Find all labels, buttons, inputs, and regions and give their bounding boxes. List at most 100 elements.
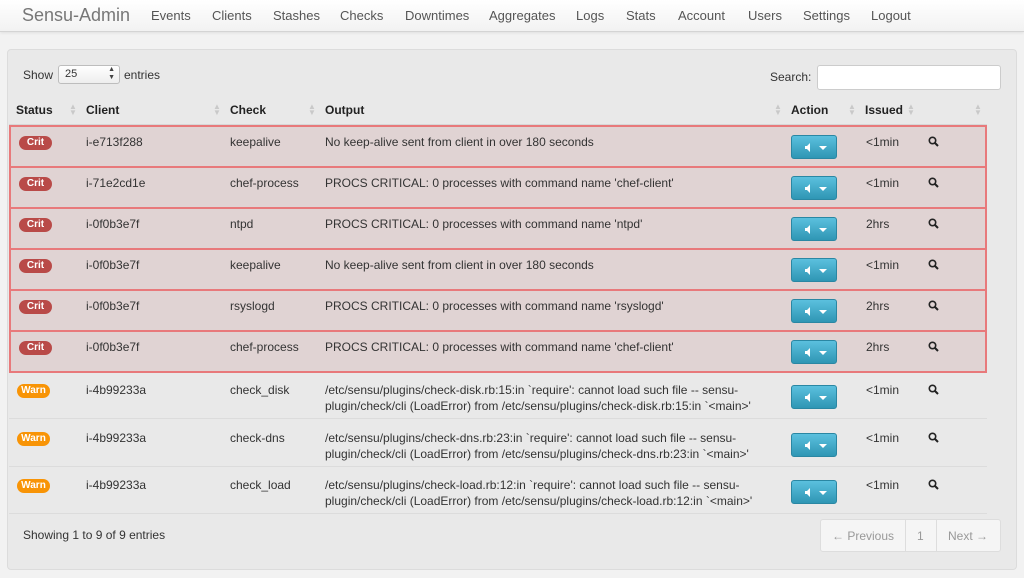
status-badge: Warn bbox=[17, 384, 50, 398]
caret-down-icon bbox=[819, 396, 827, 400]
caret-down-icon bbox=[819, 491, 827, 495]
client-cell[interactable]: i-e713f288 bbox=[86, 135, 143, 149]
next-page-button[interactable]: Next → bbox=[948, 529, 988, 543]
output-cell: /etc/sensu/plugins/check-disk.rb:15:in `… bbox=[325, 383, 751, 413]
nav-stashes[interactable]: Stashes bbox=[273, 8, 320, 23]
speaker-icon bbox=[805, 225, 810, 234]
issued-cell: 2hrs bbox=[866, 217, 890, 231]
sort-icon: ▲ ▼ bbox=[308, 102, 316, 117]
client-cell[interactable]: i-0f0b3e7f bbox=[86, 299, 139, 313]
nav-checks[interactable]: Checks bbox=[340, 8, 383, 23]
col-client[interactable]: Client bbox=[86, 103, 119, 117]
nav-logs[interactable]: Logs bbox=[576, 8, 604, 23]
action-dropdown-button[interactable] bbox=[791, 258, 837, 282]
caret-down-icon bbox=[819, 187, 827, 191]
magnifier-icon[interactable] bbox=[928, 432, 939, 443]
nav-stats[interactable]: Stats bbox=[626, 8, 656, 23]
action-dropdown-button[interactable] bbox=[791, 385, 837, 409]
nav-account[interactable]: Account bbox=[678, 8, 725, 23]
status-badge: Crit bbox=[19, 218, 52, 232]
col-issued[interactable]: Issued bbox=[865, 103, 903, 117]
page-length-select[interactable]: 25 ▲ ▼ bbox=[58, 65, 120, 84]
table-row[interactable]: Warn i-4b99233a check-dns/etc/sensu/plugin… bbox=[9, 419, 987, 467]
check-cell[interactable]: check_disk bbox=[230, 383, 289, 397]
status-badge: Warn bbox=[17, 479, 50, 493]
table-row[interactable]: Crit i-71e2cd1e chef-process PROCS CRITICAL… bbox=[9, 166, 987, 209]
magnifier-icon[interactable] bbox=[928, 218, 939, 229]
speaker-icon bbox=[805, 348, 810, 357]
sort-icon: ▲ ▼ bbox=[213, 102, 221, 117]
col-check[interactable]: Check bbox=[230, 103, 266, 117]
caret-down-icon bbox=[819, 228, 827, 232]
action-dropdown-button[interactable] bbox=[791, 433, 837, 457]
nav-aggregates[interactable]: Aggregates bbox=[489, 8, 556, 23]
col-output[interactable]: Output bbox=[325, 103, 364, 117]
brand-logo[interactable]: Sensu-Admin bbox=[22, 5, 130, 26]
caret-down-icon bbox=[819, 444, 827, 448]
page-1-button[interactable]: 1 bbox=[917, 529, 924, 543]
table-row[interactable]: Crit i-0f0b3e7f rsyslogd PROCS CRITICAL: 0 … bbox=[9, 289, 987, 332]
caret-down-icon bbox=[819, 351, 827, 355]
table-row[interactable]: Crit i-0f0b3e7f chef-process PROCS CRITICAL… bbox=[9, 330, 987, 373]
output-cell: No keep-alive sent from client in over 1… bbox=[325, 258, 594, 272]
top-navbar: Sensu-Admin Events Clients Stashes Check… bbox=[0, 0, 1024, 32]
check-cell[interactable]: ntpd bbox=[230, 217, 253, 231]
speaker-icon bbox=[805, 266, 810, 275]
status-badge: Crit bbox=[19, 136, 52, 150]
check-cell[interactable]: rsyslogd bbox=[230, 299, 275, 313]
issued-cell: <1min bbox=[866, 176, 900, 190]
magnifier-icon[interactable] bbox=[928, 384, 939, 395]
action-dropdown-button[interactable] bbox=[791, 176, 837, 200]
check-cell[interactable]: keepalive bbox=[230, 135, 281, 149]
check-cell[interactable]: chef-process bbox=[230, 340, 299, 354]
client-cell[interactable]: i-71e2cd1e bbox=[86, 176, 145, 190]
output-cell: No keep-alive sent from client in over 1… bbox=[325, 135, 594, 149]
nav-events[interactable]: Events bbox=[151, 8, 191, 23]
table-row[interactable]: Warn i-4b99233a check_disk/etc/sensu/plugi… bbox=[9, 371, 987, 419]
events-panel: Show 25 ▲ ▼ entries Search: Status ▲ ▼ Cli… bbox=[7, 49, 1017, 570]
action-dropdown-button[interactable] bbox=[791, 480, 837, 504]
issued-cell: <1min bbox=[866, 478, 900, 492]
magnifier-icon[interactable] bbox=[928, 300, 939, 311]
prev-page-button[interactable]: ← Previous bbox=[832, 529, 894, 543]
table-row[interactable]: Crit i-0f0b3e7f ntpd PROCS CRITICAL: 0 proc… bbox=[9, 207, 987, 250]
magnifier-icon[interactable] bbox=[928, 136, 939, 147]
client-cell[interactable]: i-0f0b3e7f bbox=[86, 340, 139, 354]
action-dropdown-button[interactable] bbox=[791, 135, 837, 159]
client-cell[interactable]: i-0f0b3e7f bbox=[86, 217, 139, 231]
col-action[interactable]: Action bbox=[791, 103, 828, 117]
status-badge: Warn bbox=[17, 432, 50, 446]
nav-users[interactable]: Users bbox=[748, 8, 782, 23]
magnifier-icon[interactable] bbox=[928, 177, 939, 188]
issued-cell: <1min bbox=[866, 258, 900, 272]
speaker-icon bbox=[805, 184, 810, 193]
check-cell[interactable]: chef-process bbox=[230, 176, 299, 190]
page-length-value: 25 bbox=[65, 68, 78, 80]
nav-downtimes[interactable]: Downtimes bbox=[405, 8, 469, 23]
magnifier-icon[interactable] bbox=[928, 259, 939, 270]
magnifier-icon[interactable] bbox=[928, 479, 939, 490]
check-cell[interactable]: check_load bbox=[230, 478, 291, 492]
client-cell[interactable]: i-4b99233a bbox=[86, 431, 146, 445]
client-cell[interactable]: i-4b99233a bbox=[86, 478, 146, 492]
nav-logout[interactable]: Logout bbox=[871, 8, 911, 23]
output-cell: /etc/sensu/plugins/check-dns.rb:23:in `r… bbox=[325, 431, 749, 461]
sort-icon: ▲ ▼ bbox=[69, 102, 77, 117]
client-cell[interactable]: i-4b99233a bbox=[86, 383, 146, 397]
check-cell[interactable]: keepalive bbox=[230, 258, 281, 272]
search-input[interactable] bbox=[817, 65, 1001, 90]
action-dropdown-button[interactable] bbox=[791, 217, 837, 241]
nav-clients[interactable]: Clients bbox=[212, 8, 252, 23]
sort-icon: ▲ ▼ bbox=[774, 102, 782, 117]
speaker-icon bbox=[805, 441, 810, 450]
action-dropdown-button[interactable] bbox=[791, 299, 837, 323]
col-status[interactable]: Status bbox=[16, 103, 53, 117]
client-cell[interactable]: i-0f0b3e7f bbox=[86, 258, 139, 272]
table-row[interactable]: Crit i-0f0b3e7f keepalive No keep-alive sen… bbox=[9, 248, 987, 291]
magnifier-icon[interactable] bbox=[928, 341, 939, 352]
action-dropdown-button[interactable] bbox=[791, 340, 837, 364]
nav-settings[interactable]: Settings bbox=[803, 8, 850, 23]
table-row[interactable]: Crit i-e713f288 keepalive No keep-alive sen… bbox=[9, 125, 987, 168]
check-cell[interactable]: check-dns bbox=[230, 431, 285, 445]
table-row[interactable]: Warn i-4b99233a check_load/etc/sensu/plugi… bbox=[9, 466, 987, 514]
